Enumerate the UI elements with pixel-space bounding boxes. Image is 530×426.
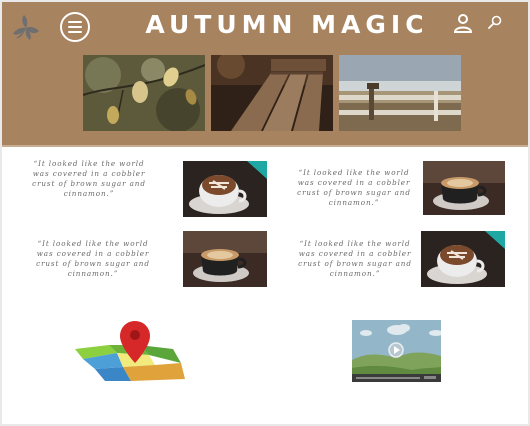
latte-art-thumbnail[interactable] [183, 161, 267, 217]
page-frame: AUTUMN MAGIC “It looked like the world w… [2, 2, 528, 424]
hero-image-leaves[interactable] [83, 55, 205, 131]
quote-text: “It looked like the world was covered in… [297, 168, 411, 207]
menu-bar [68, 31, 82, 33]
hero-image-fence[interactable] [339, 55, 461, 131]
user-icon[interactable] [453, 13, 473, 33]
video-placeholder-icon[interactable] [352, 320, 441, 382]
header: AUTUMN MAGIC [2, 2, 528, 145]
menu-bar [68, 26, 82, 28]
hero-image-bench[interactable] [211, 55, 333, 131]
search-icon[interactable] [487, 14, 503, 30]
latte-art-thumbnail[interactable] [421, 231, 505, 287]
quote-text: “It looked like the world was covered in… [298, 239, 412, 278]
map-icon[interactable] [73, 319, 185, 383]
coffee-thumbnail[interactable] [423, 161, 505, 215]
leaf-logo-icon[interactable] [12, 14, 40, 42]
site-title: AUTUMN MAGIC [145, 10, 429, 39]
quote-text: “It looked like the world was covered in… [32, 159, 146, 198]
menu-bar [68, 21, 82, 23]
coffee-thumbnail[interactable] [183, 231, 267, 287]
quote-text: “It looked like the world was covered in… [36, 239, 150, 278]
header-divider [2, 145, 528, 147]
menu-button[interactable] [60, 12, 90, 42]
